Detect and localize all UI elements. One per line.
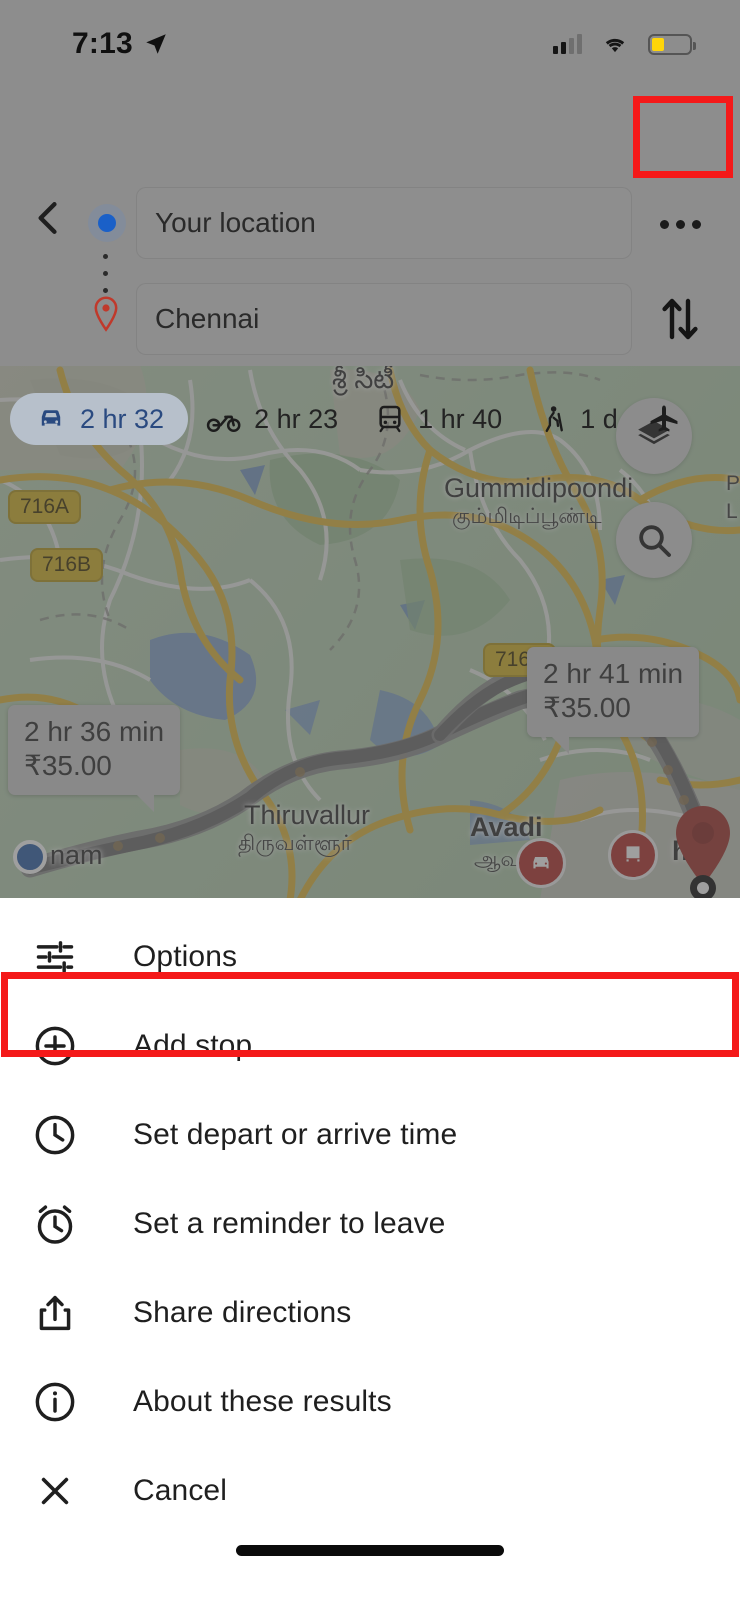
travel-mode-transit-label: 1 hr 40 [418, 403, 503, 434]
directions-header: Your location Chennai 2 hr 32 2 hr 23 1 … [0, 88, 740, 445]
tune-sliders-icon [22, 935, 88, 979]
status-clock: 7:13 [72, 27, 133, 60]
overflow-menu-button[interactable] [645, 192, 715, 256]
sheet-item-set-time[interactable]: Set depart or arrive time [0, 1090, 740, 1179]
car-icon [41, 410, 61, 426]
motorcycle-icon [206, 415, 241, 433]
sheet-item-add-stop[interactable]: Add stop [0, 1001, 740, 1090]
options-bottom-sheet: Options Add stop Set depart or arrive ti… [0, 898, 740, 1600]
sheet-item-set-time-label: Set depart or arrive time [133, 1117, 458, 1151]
travel-mode-driving[interactable]: 2 hr 32 [10, 393, 189, 445]
info-icon [22, 1379, 88, 1425]
back-chevron-icon[interactable] [26, 196, 70, 240]
sheet-item-about[interactable]: About these results [0, 1357, 740, 1446]
battery-low-icon [648, 33, 696, 55]
sheet-item-cancel-label: Cancel [133, 1473, 227, 1507]
overflow-menu-icon [659, 219, 669, 229]
sheet-item-add-stop-label: Add stop [133, 1028, 253, 1062]
travel-mode-motorcycle-label: 2 hr 23 [254, 403, 339, 434]
travel-mode-transit[interactable]: 1 hr 40 [356, 393, 520, 445]
swap-vertical-icon[interactable] [656, 293, 704, 345]
sheet-item-cancel[interactable]: Cancel [0, 1446, 740, 1535]
alarm-icon [22, 1201, 88, 1247]
status-indicators [553, 33, 696, 55]
status-bar: 7:13 [0, 0, 740, 88]
sheet-item-reminder[interactable]: Set a reminder to leave [0, 1179, 740, 1268]
navigation-arrow-icon [146, 34, 166, 54]
sheet-item-reminder-label: Set a reminder to leave [133, 1206, 446, 1240]
travel-mode-motorcycle[interactable]: 2 hr 23 [188, 393, 356, 445]
close-x-icon [22, 1470, 88, 1512]
travel-mode-driving-label: 2 hr 32 [80, 403, 165, 434]
flight-icon [650, 405, 678, 432]
sheet-item-about-label: About these results [133, 1384, 392, 1418]
origin-input[interactable]: Your location [136, 187, 632, 259]
travel-mode-walking-label: 1 d [580, 403, 618, 434]
clock-icon [22, 1112, 88, 1158]
walk-icon [545, 406, 564, 433]
share-icon [22, 1291, 88, 1335]
sheet-item-share[interactable]: Share directions [0, 1268, 740, 1357]
travel-mode-tabs: 2 hr 32 2 hr 23 1 hr 40 1 d [0, 386, 740, 452]
directions-screen: శ్రీ సిటీ Gummidipoondi கும்மிடிப்பூண்டி… [0, 0, 740, 1600]
travel-mode-walking[interactable]: 1 d [520, 393, 636, 445]
destination-input-value: Chennai [155, 303, 260, 334]
wifi-icon [605, 38, 625, 53]
add-circle-icon [22, 1023, 88, 1069]
transit-icon [379, 405, 401, 433]
cellular-signal-icon [553, 34, 582, 54]
home-indicator [236, 1545, 504, 1556]
origin-dot-icon [88, 204, 126, 242]
status-time-group: 7:13 [72, 27, 169, 61]
sheet-item-options[interactable]: Options [0, 912, 740, 1001]
origin-input-value: Your location [155, 207, 316, 238]
destination-input[interactable]: Chennai [136, 283, 632, 355]
destination-pin-icon [94, 296, 118, 332]
travel-mode-flight[interactable] [636, 393, 712, 445]
sheet-item-share-label: Share directions [133, 1295, 352, 1329]
sheet-item-options-label: Options [133, 939, 238, 973]
